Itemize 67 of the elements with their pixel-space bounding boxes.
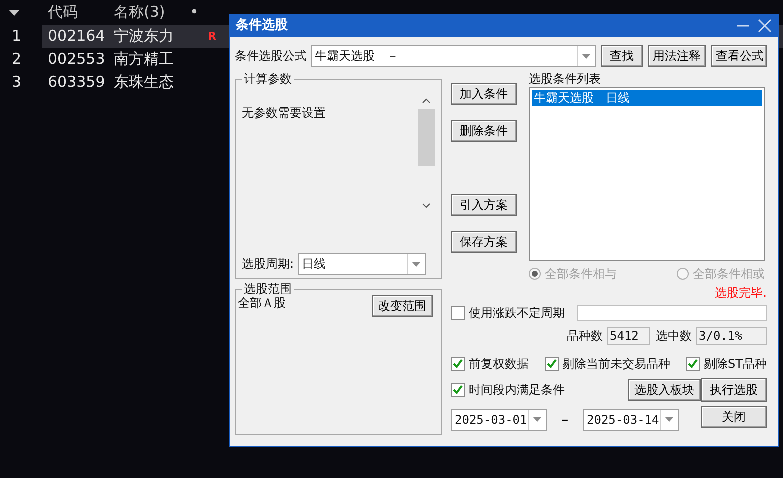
dropdown-arrow-icon[interactable]: [582, 54, 591, 58]
checkbox-label: 使用涨跌不定周期: [469, 304, 565, 321]
period-combobox[interactable]: 日线: [298, 253, 426, 275]
add-to-board-button[interactable]: 选股入板块: [628, 378, 701, 401]
field-label: 选股周期:: [242, 256, 294, 272]
group-title: 计算参数: [243, 73, 293, 85]
action-button[interactable]: 删除条件: [451, 120, 517, 142]
column-header[interactable]: 名称(3): [108, 0, 186, 25]
count-field: 5412: [607, 326, 650, 345]
dropdown-arrow-icon[interactable]: [665, 417, 674, 422]
date-combobox[interactable]: 2025-03-01: [451, 408, 547, 431]
column-header[interactable]: •: [186, 0, 199, 25]
check-icon: [687, 358, 700, 370]
condition-listbox[interactable]: 牛霸天选股 日线: [529, 87, 765, 262]
action-button[interactable]: 加入条件: [451, 83, 517, 105]
stock-name: 宁波东力: [113, 26, 175, 47]
range-value: 全部Ａ股: [238, 295, 286, 312]
check-icon: [452, 358, 464, 370]
stock-code: 002164: [47, 26, 106, 47]
row-number: 2: [11, 49, 23, 70]
list-item[interactable]: 牛霸天选股 日线: [532, 90, 762, 106]
dropdown-arrow-icon[interactable]: [533, 417, 542, 422]
checkbox[interactable]: [686, 356, 700, 371]
check-icon: [452, 384, 464, 396]
status-text: 选股完毕.: [715, 285, 767, 302]
checkbox-label: 剔除ST品种: [704, 356, 767, 372]
checkbox[interactable]: [451, 306, 465, 320]
stock-name: 南方精工: [113, 49, 175, 70]
stock-name: 东珠生态: [113, 72, 175, 93]
checkbox-label: 时间段内满足条件: [469, 382, 565, 398]
flag-mark: R: [208, 29, 216, 45]
close-icon[interactable]: [758, 19, 772, 33]
run-button[interactable]: 执行选股: [701, 378, 767, 402]
checkbox-label: 前复权数据: [469, 356, 529, 372]
stock-code: 603359: [47, 72, 106, 93]
checkbox[interactable]: [544, 356, 559, 371]
count-field: 3/0.1%: [696, 326, 767, 345]
radio-label: 全部条件相与: [545, 266, 617, 282]
row-number: 3: [11, 72, 23, 93]
toolbar-button[interactable]: 查找: [601, 45, 643, 67]
column-header[interactable]: 代码: [42, 0, 108, 25]
field-label: 条件选股公式: [235, 48, 307, 64]
change-range-button[interactable]: 改变范围: [372, 295, 433, 317]
sort-caret-icon[interactable]: [9, 10, 20, 16]
dropdown-arrow-icon[interactable]: [412, 262, 422, 266]
checkbox[interactable]: [451, 356, 465, 371]
formula-combobox[interactable]: 牛霸天选股 －: [311, 45, 596, 67]
count-label: 选中数: [656, 328, 692, 344]
action-button[interactable]: 引入方案: [451, 194, 517, 216]
action-button[interactable]: 保存方案: [451, 231, 517, 253]
close-button[interactable]: 关闭: [701, 406, 767, 428]
toolbar-button[interactable]: 用法注释: [648, 45, 706, 67]
list-title: 选股条件列表: [529, 71, 602, 88]
message-text: 无参数需要设置: [241, 105, 327, 122]
checkbox[interactable]: [451, 382, 465, 397]
check-icon: [546, 358, 558, 370]
date-combobox[interactable]: 2025-03-14: [583, 408, 679, 431]
count-label: 品种数: [567, 328, 603, 344]
window-title: 条件选股: [236, 17, 288, 35]
row-number: 1: [11, 26, 23, 47]
stock-code: 002553: [47, 49, 106, 70]
date-separator: －: [559, 412, 571, 428]
checkbox-label: 剔除当前未交易品种: [562, 356, 671, 372]
group-title: 选股范围: [243, 283, 293, 295]
toolbar-button[interactable]: 查看公式: [711, 45, 767, 67]
radio-label: 全部条件相或: [693, 266, 765, 282]
period-input[interactable]: [577, 304, 767, 321]
